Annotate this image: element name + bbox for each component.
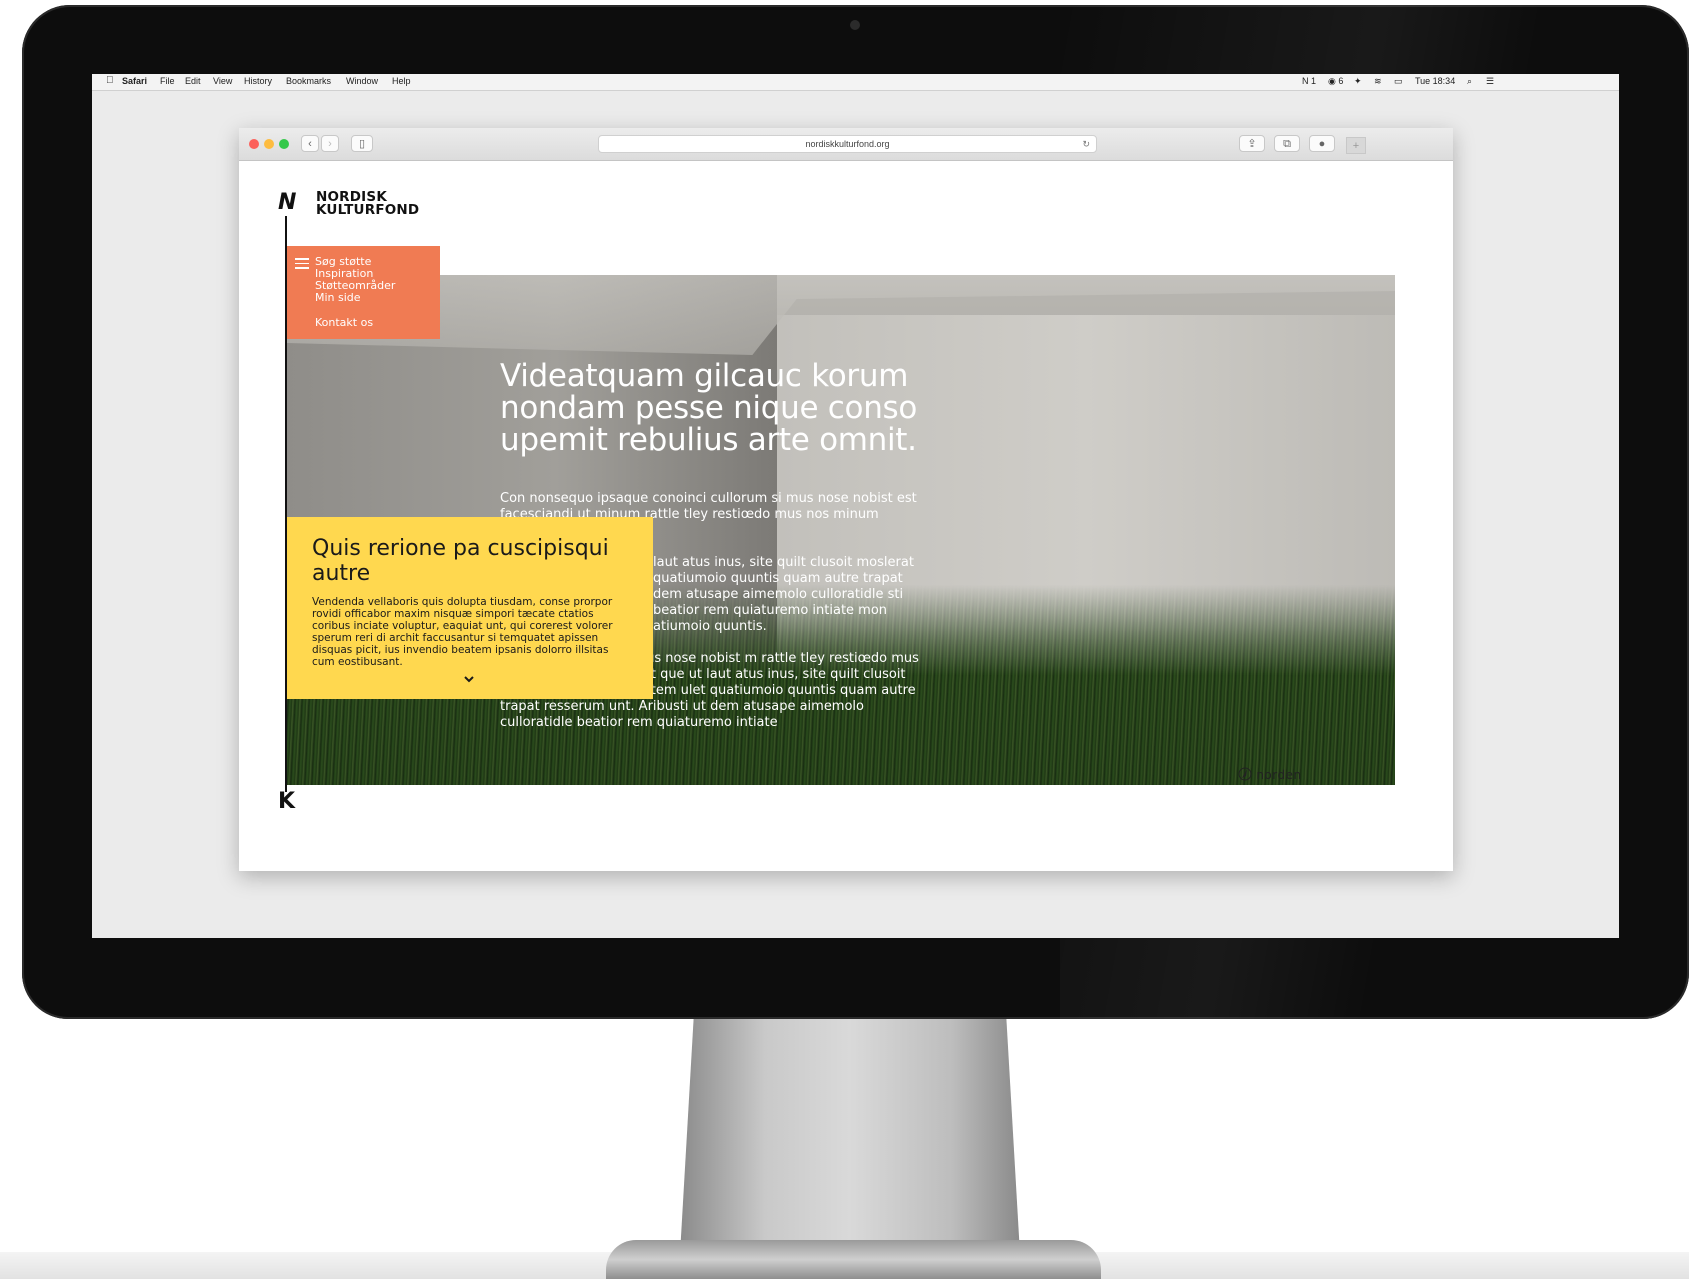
back-icon[interactable]: ‹ bbox=[301, 135, 319, 152]
monitor-stand bbox=[680, 1019, 1020, 1254]
menu-help[interactable]: Help bbox=[392, 76, 411, 86]
clock[interactable]: Tue 18:34 bbox=[1415, 76, 1455, 86]
menu-bookmarks[interactable]: Bookmarks bbox=[286, 76, 331, 86]
status-count-2: 6 bbox=[1338, 76, 1344, 86]
camera-icon bbox=[850, 20, 860, 30]
status-icon-2[interactable]: ◉ 6 bbox=[1328, 76, 1343, 87]
norden-wordmark: norden bbox=[1256, 768, 1302, 782]
zoom-window-button[interactable] bbox=[279, 139, 289, 149]
hero-paragraph-2: laut atus inus, site quilt clusoit mosle… bbox=[653, 555, 914, 634]
new-tab-icon[interactable]: + bbox=[1346, 137, 1366, 154]
chevron-down-icon[interactable] bbox=[463, 673, 475, 685]
nav-item-kontakt-os[interactable]: Kontakt os bbox=[315, 317, 373, 329]
hero-title: Videatquam gilcauc korum nondam pesse ni… bbox=[500, 358, 918, 458]
close-window-button[interactable] bbox=[249, 139, 259, 149]
sidebar-icon[interactable]: ▯ bbox=[351, 135, 373, 152]
menu-window[interactable]: Window bbox=[346, 76, 378, 86]
logo-k[interactable]: K bbox=[278, 789, 295, 814]
spotlight-icon[interactable]: ⌕ bbox=[1467, 76, 1472, 87]
forward-icon[interactable]: › bbox=[321, 135, 339, 152]
logo-n[interactable]: N bbox=[278, 190, 296, 215]
address-bar[interactable]: nordiskkulturfond.org ↻ bbox=[598, 135, 1097, 153]
tabs-icon[interactable]: ⧉ bbox=[1274, 135, 1300, 152]
brand-line-2: KULTURFOND bbox=[316, 202, 420, 218]
wifi-icon[interactable]: ≋ bbox=[1374, 76, 1382, 87]
mac-menu-bar:  Safari File Edit View History Bookmark… bbox=[92, 74, 1619, 91]
url-text: nordiskkulturfond.org bbox=[805, 139, 890, 149]
apple-icon[interactable]:  bbox=[106, 75, 114, 86]
feature-card[interactable]: Quis rerione pa cuscipisqui autre Venden… bbox=[287, 517, 653, 699]
norden-logo[interactable]: norden bbox=[1238, 767, 1302, 783]
safari-window: ‹ › ▯ nordiskkulturfond.org ↻ ⇪ ⧉ ● + N … bbox=[239, 128, 1453, 871]
nav-menu: Søg støtte Inspiration Støtteområder Min… bbox=[287, 246, 440, 339]
menu-history[interactable]: History bbox=[244, 76, 272, 86]
download-icon[interactable]: ● bbox=[1309, 135, 1335, 152]
norden-swan-icon bbox=[1238, 767, 1252, 781]
dropbox-icon[interactable]: ✦ bbox=[1354, 76, 1362, 87]
web-page: N K NORDISK KULTURFOND Videatquam gilcau… bbox=[239, 161, 1453, 871]
battery-icon[interactable]: ▭ bbox=[1394, 76, 1403, 87]
reload-icon[interactable]: ↻ bbox=[1082, 136, 1090, 153]
brand-wordmark[interactable]: NORDISK KULTURFOND bbox=[316, 190, 420, 218]
menu-view[interactable]: View bbox=[213, 76, 232, 86]
minimize-window-button[interactable] bbox=[264, 139, 274, 149]
monitor-stand-base bbox=[606, 1240, 1101, 1279]
menu-file[interactable]: File bbox=[160, 76, 175, 86]
share-icon[interactable]: ⇪ bbox=[1239, 135, 1265, 152]
status-count-1: 1 bbox=[1311, 76, 1317, 86]
feature-card-body: Vendenda vellaboris quis dolupta tiusdam… bbox=[312, 596, 613, 668]
nav-item-min-side[interactable]: Min side bbox=[315, 292, 361, 304]
screen:  Safari File Edit View History Bookmark… bbox=[92, 74, 1619, 938]
menu-edit[interactable]: Edit bbox=[185, 76, 201, 86]
hamburger-icon[interactable] bbox=[295, 258, 309, 269]
menu-safari[interactable]: Safari bbox=[122, 76, 147, 86]
safari-toolbar: ‹ › ▯ nordiskkulturfond.org ↻ ⇪ ⧉ ● + bbox=[239, 128, 1453, 161]
status-icon-1[interactable]: N 1 bbox=[1302, 76, 1316, 86]
notification-center-icon[interactable]: ☰ bbox=[1486, 76, 1494, 87]
feature-card-title: Quis rerione pa cuscipisqui autre bbox=[312, 536, 609, 586]
